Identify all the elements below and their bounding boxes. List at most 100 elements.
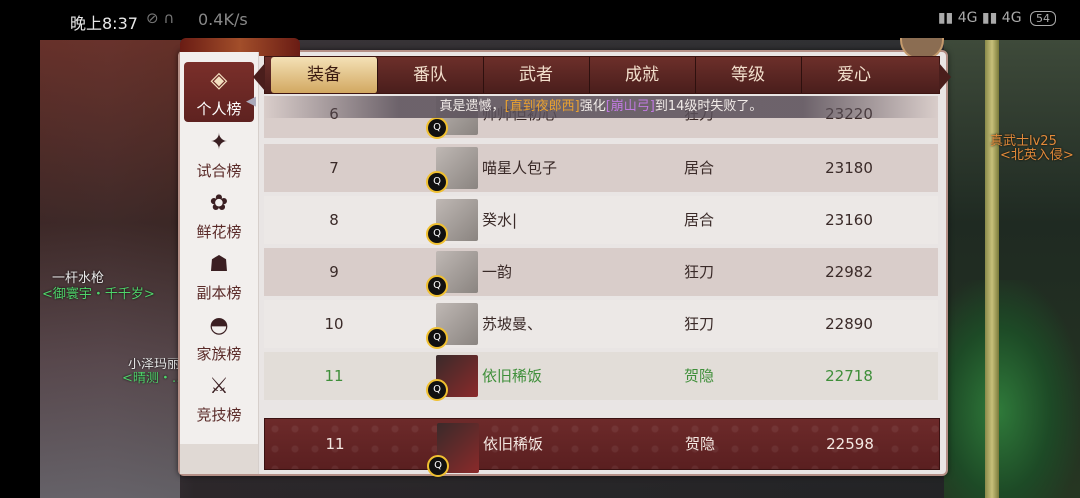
nav-personal-rank[interactable]: ◈ 个人榜 ◀ [184,62,256,122]
my-name: 依旧稀饭 [483,435,544,453]
tab-equipment[interactable]: 装备 [271,57,378,93]
crossed-swords-icon: ⚔ [209,374,229,399]
tab-cap-left [253,63,265,91]
signal-label-1: 4G [957,10,978,26]
rose-icon: ✿ [209,191,229,216]
system-notice: 真是遗憾，[直到夜郎西]强化[崩山弓]到14级时失败了。 [264,96,938,118]
avatar[interactable]: Q [426,251,478,297]
score-cell: 23180 [825,159,873,177]
table-row[interactable]: 9 Q 一韵 狂刀 22982 [264,248,938,297]
signal-icon: ▮▮ [937,10,954,26]
npc-name[interactable]: 真武士lv25 [990,135,1057,149]
score-cell: 22982 [825,263,873,281]
my-rank-bar[interactable]: 11 Q 依旧稀饭 贺隐 22598 [264,418,940,477]
fan-icon: ◓ [209,313,229,338]
avatar[interactable]: Q [426,355,478,401]
score-cell: 23160 [825,211,873,229]
notice-item[interactable]: [崩山弓] [606,99,655,114]
ranking-category-nav: ◈ 个人榜 ◀ ✦ 试合榜 ✿ 鲜花榜 ☗ 副本榜 ◓ 家族榜 ⚔ 竞技榜 [180,52,259,474]
nav-match-rank[interactable]: ✦ 试合榜 [184,124,254,184]
tab-level[interactable]: 等级 [695,57,802,93]
clock: 晚上8:37 [70,14,138,33]
nav-label: 副本榜 [196,284,242,302]
nav-label: 竞技榜 [196,406,242,424]
badge-icon: ◈ [210,68,228,93]
qq-penguin-icon: Q [427,455,449,477]
notice-prefix: 真是遗憾， [439,99,505,114]
table-row[interactable]: 8 Q 癸水| 居合 23160 [264,196,938,245]
avatar[interactable]: Q [426,147,478,193]
class-cell: 居合 [683,159,714,177]
nav-label: 家族榜 [196,345,242,363]
temple-building [40,40,180,498]
rank-cell: 11 [324,367,344,385]
tab-warrior[interactable]: 武者 [483,57,590,93]
rank-cell: 10 [324,315,344,333]
npc-tag: <晴测・…> [122,372,178,386]
notice-middle: 强化 [579,99,606,114]
npc-name[interactable]: 一杆水枪 [52,272,104,286]
qq-penguin-icon: Q [426,275,448,297]
player-name: 一韵 [482,263,513,281]
avatar[interactable]: Q [426,199,478,245]
battery-icon: 54 [1030,11,1056,26]
tab-achievement[interactable]: 成就 [589,57,696,93]
ranking-table: 6 Q 帅帅但初心 狂刀 23220 7 Q 喵星人包子 居合 23180 8 … [264,96,938,414]
player-name: 喵星人包子 [482,159,558,177]
table-row-self[interactable]: 11 Q 依旧稀饭 贺隐 22718 [264,352,938,401]
class-cell: 贺隐 [683,367,714,385]
nav-more-icon[interactable] [180,444,258,474]
my-avatar[interactable]: Q [427,423,479,477]
notice-player[interactable]: [直到夜郎西] [505,99,580,114]
class-cell: 居合 [683,211,714,229]
qq-penguin-icon: Q [426,379,448,401]
ranking-type-tabs: 装备 番队 武者 成就 等级 爱心 [253,56,951,94]
score-cell: 22890 [825,315,873,333]
scene-edge [0,40,40,498]
score-cell: 22718 [825,367,873,385]
bamboo-stalk [985,40,999,498]
class-cell: 狂刀 [683,263,714,281]
nav-arena-rank[interactable]: ⚔ 竞技榜 [184,368,254,428]
avatar[interactable]: Q [426,303,478,349]
tab-squad[interactable]: 番队 [377,57,484,93]
my-class: 贺隐 [684,435,715,453]
nav-flower-rank[interactable]: ✿ 鲜花榜 [184,185,254,245]
notice-suffix: 到14级时失败了。 [654,99,763,114]
tab-love[interactable]: 爱心 [801,57,907,93]
rank-cell: 9 [329,263,339,281]
class-cell: 狂刀 [683,315,714,333]
bamboo-leaves [944,280,1080,498]
leaderboard-panel: ◈ 个人榜 ◀ ✦ 试合榜 ✿ 鲜花榜 ☗ 副本榜 ◓ 家族榜 ⚔ 竞技榜 装备… [178,38,951,477]
signal-icon: ▮▮ [981,10,998,26]
qq-penguin-icon: Q [426,171,448,193]
status-right: ▮▮ 4G ▮▮ 4G 54 [938,10,1056,26]
my-rank: 11 [325,435,345,453]
notification-icons: ⊘ ∩ [146,9,175,27]
player-name: 苏坡曼、 [482,315,543,333]
arrow-icon: ◀ [246,94,256,109]
nav-dungeon-rank[interactable]: ☗ 副本榜 [184,246,254,306]
my-score: 22598 [826,435,874,453]
signal-label-2: 4G [1001,10,1022,26]
npc-tag: <北英入侵> [1000,148,1074,163]
oni-mask-icon: ☗ [209,252,229,277]
status-bar: 晚上8:37 ⊘ ∩ 0.4K/s ▮▮ 4G ▮▮ 4G 54 [0,0,1080,40]
rank-cell: 8 [329,211,339,229]
rank-cell: 7 [329,159,339,177]
table-row[interactable]: 7 Q 喵星人包子 居合 23180 [264,144,938,193]
player-name: 依旧稀饭 [482,367,543,385]
nav-family-rank[interactable]: ◓ 家族榜 [184,307,254,367]
table-row[interactable]: 10 Q 苏坡曼、 狂刀 22890 [264,300,938,349]
shuriken-icon: ✦ [209,130,229,155]
network-speed: 0.4K/s [198,10,248,29]
qq-penguin-icon: Q [426,117,448,139]
qq-penguin-icon: Q [426,327,448,349]
npc-name[interactable]: 小泽玛丽 [128,358,178,372]
qq-penguin-icon: Q [426,223,448,245]
nav-label: 试合榜 [196,162,242,180]
tab-cap-right [939,63,951,91]
npc-tag: <御寰宇・千千岁> [42,287,155,302]
player-name: 癸水| [482,211,518,229]
nav-label: 鲜花榜 [196,223,242,241]
